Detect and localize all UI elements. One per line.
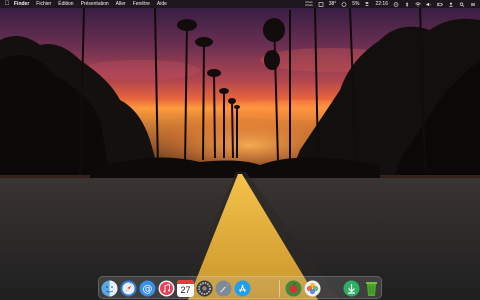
menu-bar:  Finder Fichier Édition Présentation Al… xyxy=(0,0,480,8)
dropbox-icon[interactable] xyxy=(364,1,370,7)
volume-icon[interactable] xyxy=(426,2,432,7)
music-icon xyxy=(158,280,175,297)
dock-photos[interactable] xyxy=(304,280,321,297)
wifi-icon[interactable] xyxy=(415,1,421,7)
app-store-icon xyxy=(234,280,251,297)
calendar-day: 27 xyxy=(180,285,191,295)
dock-system-settings[interactable] xyxy=(196,280,213,297)
menu-fenetre[interactable]: Fenêtre xyxy=(133,1,150,7)
safari-icon xyxy=(120,280,137,297)
photos-icon xyxy=(304,280,321,297)
fan-icon[interactable] xyxy=(341,1,347,7)
network-speed[interactable]: 0 Ko/s 0 Ko/s xyxy=(305,1,312,7)
desktop:  Finder Fichier Édition Présentation Al… xyxy=(0,0,480,300)
menu-aide[interactable]: Aide xyxy=(157,1,167,7)
desktop-wallpaper xyxy=(0,0,480,300)
notification-center-icon[interactable] xyxy=(470,2,476,7)
dock-app-store[interactable] xyxy=(234,280,251,297)
spotlight-search-icon[interactable] xyxy=(459,2,465,7)
temperature-readout[interactable]: 38° xyxy=(329,1,337,7)
finder-icon xyxy=(101,280,118,297)
dock-finder[interactable] xyxy=(101,280,118,297)
dock-trash[interactable] xyxy=(363,280,380,297)
dock-photo-app[interactable] xyxy=(285,280,302,297)
dock-separator xyxy=(279,280,280,297)
downloads-icon xyxy=(343,280,360,297)
battery-percentage[interactable]: 5% xyxy=(352,1,359,7)
status-area: 0 Ko/s 0 Ko/s 38° 5% 22:16 xyxy=(305,0,476,8)
battery-icon[interactable] xyxy=(437,2,443,7)
user-account-icon[interactable] xyxy=(448,2,454,7)
clock[interactable]: 22:16 xyxy=(375,1,388,7)
dock-music[interactable] xyxy=(158,280,175,297)
dock-calendar[interactable]: 27 xyxy=(177,280,194,297)
mail-icon: @ xyxy=(139,280,156,297)
launchpad-icon xyxy=(215,280,232,297)
dock-safari[interactable] xyxy=(120,280,137,297)
menu-presentation[interactable]: Présentation xyxy=(81,1,109,7)
settings-gear-icon xyxy=(196,280,213,297)
menu-edition[interactable]: Édition xyxy=(58,1,73,7)
dock: @ 27 xyxy=(98,276,382,299)
cpu-chip-icon[interactable] xyxy=(318,1,324,7)
menu-aller[interactable]: Aller xyxy=(116,1,126,7)
dock-launchpad[interactable] xyxy=(215,280,232,297)
dock-downloads[interactable] xyxy=(343,280,360,297)
menu-app-finder[interactable]: Finder xyxy=(14,1,29,7)
menu-fichier[interactable]: Fichier xyxy=(36,1,51,7)
svg-text:@: @ xyxy=(143,284,153,295)
trash-icon xyxy=(366,282,377,296)
bluetooth-icon[interactable] xyxy=(404,1,410,7)
network-download: 0 Ko/s xyxy=(305,4,313,7)
photo-app-icon xyxy=(285,280,302,297)
apple-logo-icon[interactable]:  xyxy=(0,1,14,7)
dock-mail[interactable]: @ xyxy=(139,280,156,297)
time-machine-icon[interactable] xyxy=(393,1,399,7)
